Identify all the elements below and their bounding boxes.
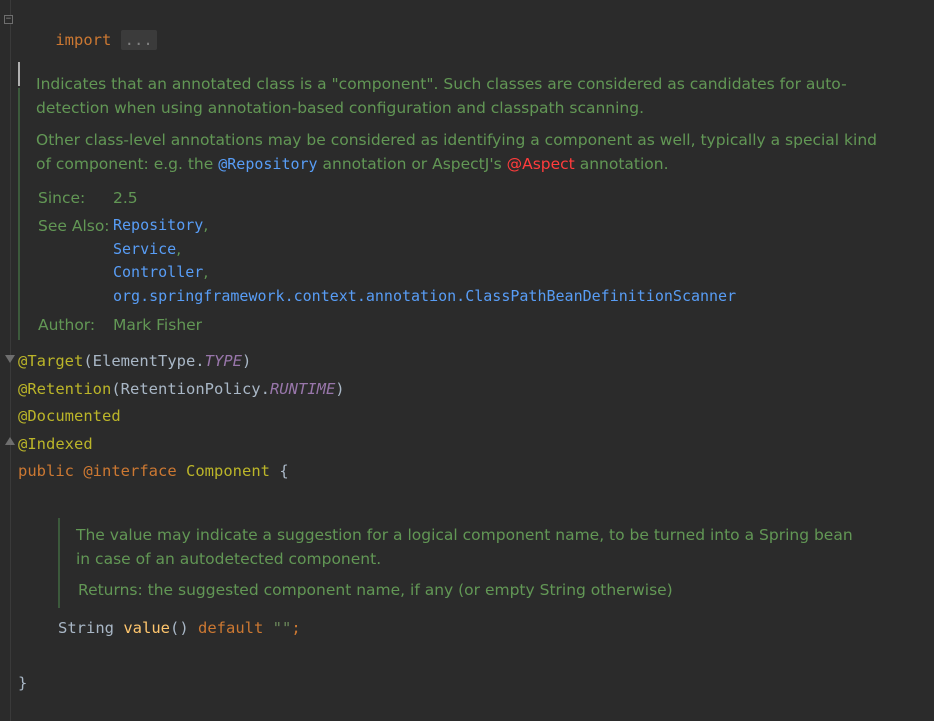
separator: ,	[203, 216, 209, 234]
default-keyword: default	[198, 619, 264, 637]
since-row: Since: 2.5	[36, 186, 916, 210]
doc-text: of component: e.g. the	[36, 155, 219, 173]
see-also-row: See Also: Repository, Service, Controlle…	[36, 214, 916, 308]
doc-text: annotation.	[574, 155, 669, 173]
retention-annotation: @Retention	[18, 380, 112, 398]
code-text: )	[241, 352, 252, 370]
see-also-scanner-link[interactable]: org.springframework.context.annotation.C…	[113, 287, 736, 305]
doc-block-border	[18, 88, 20, 340]
value-doc-line2: in case of an autodetected component.	[76, 550, 382, 568]
open-brace: {	[270, 462, 289, 480]
author-label: Author:	[38, 316, 96, 334]
component-name: Component	[186, 462, 271, 480]
doc-para1-line1: Indicates that an annotated class is a "…	[36, 75, 847, 93]
value-method-line[interactable]: String value() default "";	[58, 618, 301, 638]
see-also-service-link[interactable]: Service	[113, 240, 176, 258]
documented-annotation-line[interactable]: @Documented	[18, 406, 121, 426]
code-text: (ElementType.	[83, 352, 205, 370]
retention-annotation-line[interactable]: @Retention(RetentionPolicy.RUNTIME)	[18, 379, 345, 399]
import-line[interactable]: import ...	[18, 10, 157, 70]
aspect-annotation-link[interactable]: @Aspect	[507, 155, 575, 173]
runtime-constant: RUNTIME	[269, 380, 336, 398]
author-row: Author: Mark Fisher	[36, 313, 916, 337]
see-also-controller-link[interactable]: Controller	[113, 263, 203, 281]
interface-declaration-line[interactable]: public @interface Component {	[18, 461, 289, 481]
method-parens: ()	[170, 619, 198, 637]
code-text: (RetentionPolicy.	[111, 380, 270, 398]
fold-collapse-icon[interactable]: −	[4, 15, 13, 24]
doc-para2-line1: Other class-level annotations may be con…	[36, 131, 877, 149]
see-also-list: Repository, Service, Controller, org.spr…	[113, 214, 736, 308]
value-doc-border	[58, 518, 60, 608]
doc-text: annotation or AspectJ's	[317, 155, 507, 173]
semicolon: ;	[291, 619, 301, 637]
import-keyword: import	[55, 31, 112, 49]
since-value: 2.5	[113, 189, 138, 207]
type-constant: TYPE	[204, 352, 242, 370]
code-text: )	[335, 380, 345, 398]
folded-imports[interactable]: ...	[120, 30, 157, 50]
separator: ,	[203, 263, 209, 281]
since-label: Since:	[38, 189, 86, 207]
documented-annotation: @Documented	[18, 407, 121, 425]
text-cursor	[18, 62, 20, 86]
code-editor[interactable]: − import ... Indicates that an annotated…	[0, 0, 934, 721]
target-annotation-line[interactable]: @Target(ElementType.TYPE)	[18, 351, 251, 371]
see-also-label: See Also:	[38, 217, 110, 235]
interface-keyword: @interface	[83, 462, 177, 480]
indexed-annotation-line[interactable]: @Indexed	[18, 434, 93, 454]
value-doc-line1: The value may indicate a suggestion for …	[76, 526, 853, 544]
value-method-name: value	[123, 619, 170, 637]
default-value: ""	[263, 619, 292, 637]
closing-brace-line[interactable]: }	[18, 673, 27, 693]
fold-up-icon[interactable]	[5, 437, 15, 445]
component-doc: Indicates that an annotated class is a "…	[36, 72, 916, 337]
public-keyword: public	[18, 462, 74, 480]
author-value: Mark Fisher	[113, 316, 203, 334]
fold-down-icon[interactable]	[5, 355, 15, 363]
string-type: String	[58, 619, 124, 637]
value-doc: The value may indicate a suggestion for …	[76, 523, 916, 602]
closing-brace: }	[18, 674, 28, 692]
repository-annotation-link[interactable]: @Repository	[218, 155, 317, 173]
value-doc-returns: Returns: the suggested component name, i…	[78, 581, 673, 599]
indexed-annotation: @Indexed	[18, 435, 93, 453]
doc-para2-line2: of component: e.g. the @Repository annot…	[36, 152, 916, 176]
see-also-repository-link[interactable]: Repository	[113, 216, 203, 234]
separator: ,	[176, 239, 182, 258]
target-annotation: @Target	[18, 352, 84, 370]
doc-para1-line2: detection when using annotation-based co…	[36, 99, 645, 117]
